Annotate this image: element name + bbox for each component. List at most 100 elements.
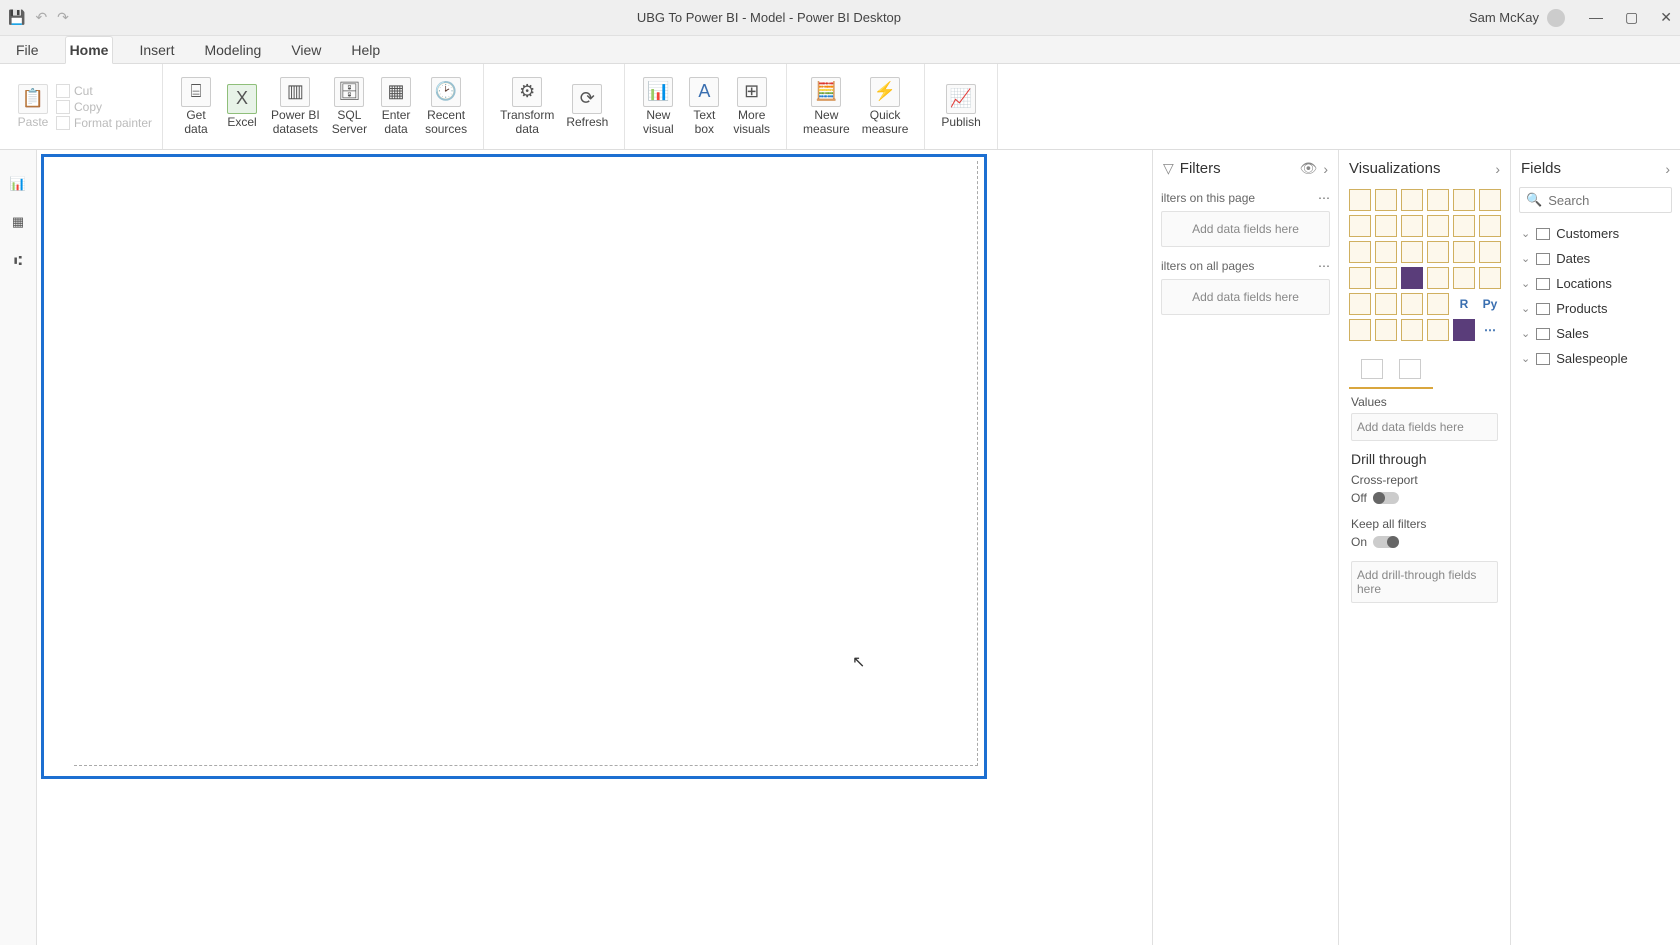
- collapse-icon[interactable]: ›: [1495, 161, 1500, 177]
- get-data-button[interactable]: ⌸Get data: [173, 75, 219, 139]
- text-box-button[interactable]: AText box: [681, 75, 727, 139]
- more-icon[interactable]: ⋯: [1318, 259, 1330, 273]
- viz-filled-map[interactable]: [1375, 267, 1397, 289]
- cursor-icon: ↖: [852, 652, 865, 672]
- recent-sources-button[interactable]: 🕑Recent sources: [419, 75, 473, 139]
- viz-r[interactable]: R: [1453, 293, 1475, 315]
- viz-card[interactable]: [1453, 267, 1475, 289]
- field-table-salespeople[interactable]: ⌄Salespeople: [1511, 346, 1680, 371]
- undo-icon[interactable]: ↶: [35, 9, 47, 26]
- field-table-locations[interactable]: ⌄Locations: [1511, 271, 1680, 296]
- drill-through-dropzone[interactable]: Add drill-through fields here: [1351, 561, 1498, 603]
- viz-shape-map[interactable]: [1401, 267, 1423, 289]
- viz-ribbon[interactable]: [1479, 215, 1501, 237]
- fields-search[interactable]: 🔍: [1519, 187, 1672, 213]
- publish-button[interactable]: 📈Publish: [935, 82, 986, 132]
- viz-slicer[interactable]: [1375, 293, 1397, 315]
- viz-powerapps[interactable]: [1453, 319, 1475, 341]
- sql-server-button[interactable]: 🗄SQL Server: [326, 75, 373, 139]
- values-dropzone[interactable]: Add data fields here: [1351, 413, 1498, 441]
- minimize-icon[interactable]: —: [1589, 9, 1603, 26]
- tab-home[interactable]: Home: [65, 36, 114, 64]
- viz-key-influencers[interactable]: [1349, 319, 1371, 341]
- tab-modeling[interactable]: Modeling: [200, 37, 265, 63]
- pbi-datasets-button[interactable]: ▥Power BI datasets: [265, 75, 326, 139]
- viz-line[interactable]: [1349, 215, 1371, 237]
- fields-search-input[interactable]: [1548, 193, 1680, 208]
- model-view-icon[interactable]: ⑆: [8, 250, 28, 270]
- report-view-icon[interactable]: 📊: [8, 174, 28, 194]
- field-table-products[interactable]: ⌄Products: [1511, 296, 1680, 321]
- filters-all-dropzone[interactable]: Add data fields here: [1161, 279, 1330, 315]
- viz-clustered-bar[interactable]: [1401, 189, 1423, 211]
- viz-100-column[interactable]: [1479, 189, 1501, 211]
- viz-pie[interactable]: [1427, 241, 1449, 263]
- field-table-dates[interactable]: ⌄Dates: [1511, 246, 1680, 271]
- viz-qa[interactable]: [1401, 319, 1423, 341]
- transform-data-button[interactable]: ⚙Transform data: [494, 75, 560, 139]
- viz-map[interactable]: [1349, 267, 1371, 289]
- new-visual-button[interactable]: 📊New visual: [635, 75, 681, 139]
- tab-insert[interactable]: Insert: [135, 37, 178, 63]
- tab-help[interactable]: Help: [347, 37, 384, 63]
- publish-icon: 📈: [946, 84, 976, 114]
- close-icon[interactable]: ✕: [1660, 9, 1672, 26]
- save-icon[interactable]: 💾: [8, 9, 25, 26]
- viz-matrix[interactable]: [1427, 293, 1449, 315]
- viz-line-column[interactable]: [1427, 215, 1449, 237]
- excel-button[interactable]: XExcel: [219, 82, 265, 132]
- viz-multi-card[interactable]: [1479, 267, 1501, 289]
- field-table-customers[interactable]: ⌄Customers: [1511, 221, 1680, 246]
- viz-waterfall[interactable]: [1349, 241, 1371, 263]
- report-canvas[interactable]: ↖: [37, 150, 1152, 945]
- filter-icon: ▽: [1163, 160, 1174, 177]
- enter-data-button[interactable]: ▦Enter data: [373, 75, 419, 139]
- filters-page-dropzone[interactable]: Add data fields here: [1161, 211, 1330, 247]
- keep-all-filters-toggle[interactable]: On: [1351, 535, 1498, 549]
- viz-kpi[interactable]: [1349, 293, 1371, 315]
- more-visuals-button[interactable]: ⊞More visuals: [727, 75, 776, 139]
- viz-py[interactable]: Py: [1479, 293, 1501, 315]
- avatar[interactable]: [1547, 9, 1565, 27]
- viz-stacked-column[interactable]: [1375, 189, 1397, 211]
- viz-decomposition[interactable]: [1375, 319, 1397, 341]
- table-icon: [1536, 303, 1550, 315]
- viz-more[interactable]: ⋯: [1479, 319, 1501, 341]
- tab-file[interactable]: File: [12, 37, 43, 63]
- viz-scatter[interactable]: [1401, 241, 1423, 263]
- tab-view[interactable]: View: [287, 37, 325, 63]
- cross-report-toggle[interactable]: Off: [1351, 491, 1498, 505]
- more-icon[interactable]: ⋯: [1318, 191, 1330, 205]
- eye-icon[interactable]: 👁: [1300, 160, 1318, 177]
- main: 📊 ▦ ⑆ ↖ ▽ Filters 👁 › ilters on this pag…: [0, 150, 1680, 945]
- viz-stacked-bar[interactable]: [1349, 189, 1371, 211]
- viz-table[interactable]: [1401, 293, 1423, 315]
- maximize-icon[interactable]: ▢: [1625, 9, 1638, 26]
- viz-funnel[interactable]: [1375, 241, 1397, 263]
- fields-tab-icon[interactable]: [1361, 359, 1383, 379]
- text-box-icon: A: [689, 77, 719, 107]
- new-measure-button[interactable]: 🧮New measure: [797, 75, 856, 139]
- redo-icon[interactable]: ↷: [57, 9, 69, 26]
- viz-donut[interactable]: [1453, 241, 1475, 263]
- sql-icon: 🗄: [334, 77, 364, 107]
- search-icon: 🔍: [1526, 192, 1542, 208]
- data-view-icon[interactable]: ▦: [8, 212, 28, 232]
- format-tab-icon[interactable]: [1399, 359, 1421, 379]
- refresh-button[interactable]: ⟳Refresh: [560, 82, 614, 132]
- viz-stacked-area[interactable]: [1401, 215, 1423, 237]
- selected-visual-outline[interactable]: [41, 154, 987, 779]
- table-icon: [1536, 253, 1550, 265]
- field-table-sales[interactable]: ⌄Sales: [1511, 321, 1680, 346]
- viz-line-clustered[interactable]: [1453, 215, 1475, 237]
- quick-measure-button[interactable]: ⚡Quick measure: [856, 75, 915, 139]
- collapse-icon[interactable]: ›: [1323, 161, 1328, 177]
- collapse-icon[interactable]: ›: [1665, 161, 1670, 177]
- viz-clustered-column[interactable]: [1427, 189, 1449, 211]
- viz-arcgis[interactable]: [1427, 319, 1449, 341]
- user-name[interactable]: Sam McKay: [1469, 10, 1539, 25]
- viz-area[interactable]: [1375, 215, 1397, 237]
- viz-gauge[interactable]: [1427, 267, 1449, 289]
- viz-100-bar[interactable]: [1453, 189, 1475, 211]
- viz-treemap[interactable]: [1479, 241, 1501, 263]
